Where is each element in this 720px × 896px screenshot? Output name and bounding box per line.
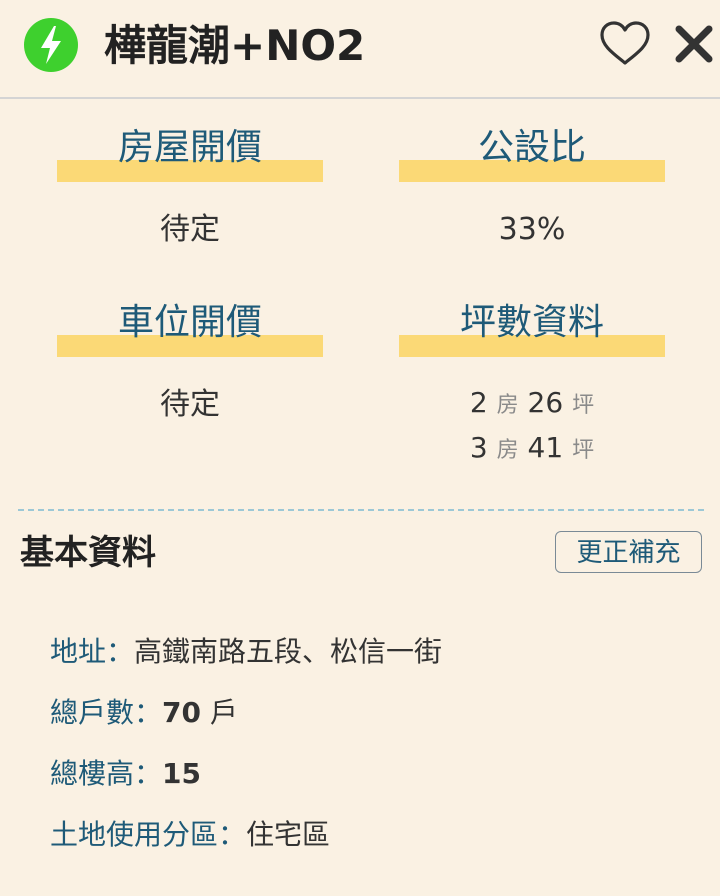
zoning-value: 住宅區 — [246, 818, 331, 851]
ping-count: 41 — [527, 431, 564, 464]
floors-row: 總樓高：15 — [50, 754, 201, 794]
households-unit: 戶 — [200, 696, 238, 729]
households-value: 70 — [162, 696, 201, 729]
house-price-heading: 房屋開價 — [57, 122, 323, 182]
house-price-label: 房屋開價 — [117, 127, 262, 168]
households-row: 總戶數：70 戶 — [50, 693, 238, 733]
address-label: 地址： — [50, 635, 135, 668]
households-label: 總戶數： — [50, 696, 163, 729]
correct-info-button[interactable]: 更正補充 — [555, 531, 702, 573]
ping-row: 3 房 41 坪 — [399, 428, 665, 471]
public-ratio-value: 33% — [498, 212, 566, 247]
address-row: 地址：高鐵南路五段、松信一街 — [50, 632, 442, 672]
header: 樺龍潮+NO2 — [0, 0, 720, 99]
basic-info-title: 基本資料 — [20, 533, 156, 573]
page-title: 樺龍潮+NO2 — [104, 21, 366, 70]
room-count: 3 — [469, 431, 488, 464]
floors-value: 15 — [162, 757, 201, 790]
public-ratio-heading: 公設比 — [399, 122, 665, 182]
zoning-label: 土地使用分區： — [50, 818, 247, 851]
room-unit: 房 — [496, 438, 519, 463]
zoning-row: 土地使用分區：住宅區 — [50, 815, 330, 855]
floors-label: 總樓高： — [50, 757, 163, 790]
ping-unit: 坪 — [572, 438, 595, 463]
ping-row: 2 房 26 坪 — [399, 383, 665, 426]
ping-info-heading: 坪數資料 — [399, 297, 665, 357]
close-icon[interactable] — [672, 22, 716, 66]
parking-price-value: 待定 — [160, 387, 220, 422]
room-unit: 房 — [496, 393, 519, 418]
house-price-value: 待定 — [160, 212, 220, 247]
room-count: 2 — [469, 386, 488, 419]
ping-unit: 坪 — [572, 393, 595, 418]
lightning-bolt-icon — [24, 18, 78, 72]
ping-count: 26 — [527, 386, 564, 419]
parking-price-heading: 車位開價 — [57, 297, 323, 357]
parking-price-label: 車位開價 — [117, 302, 262, 343]
ping-info-label: 坪數資料 — [459, 302, 604, 343]
address-value: 高鐵南路五段、松信一街 — [134, 635, 443, 668]
public-ratio-label: 公設比 — [477, 127, 586, 168]
heart-outline-icon[interactable] — [598, 20, 652, 68]
section-divider — [18, 509, 704, 511]
